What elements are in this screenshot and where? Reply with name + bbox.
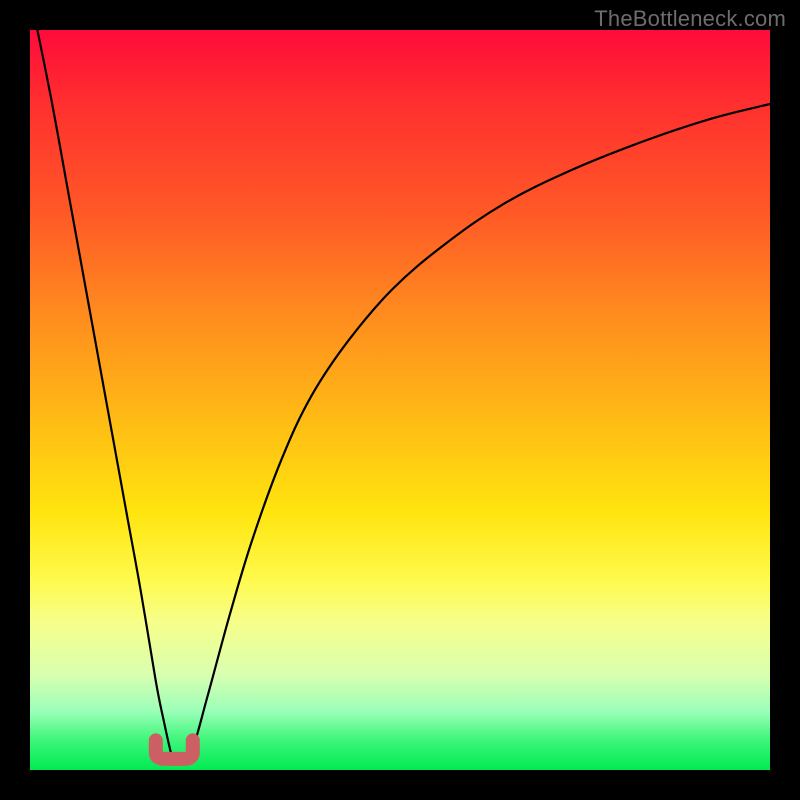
chart-stage: TheBottleneck.com — [0, 0, 800, 800]
chart-frame — [30, 30, 770, 770]
curve-right-branch — [182, 104, 770, 763]
attribution-text: TheBottleneck.com — [594, 6, 786, 32]
curve-left-branch — [37, 30, 174, 763]
minimum-u-marker — [156, 740, 193, 759]
chart-svg — [30, 30, 770, 770]
